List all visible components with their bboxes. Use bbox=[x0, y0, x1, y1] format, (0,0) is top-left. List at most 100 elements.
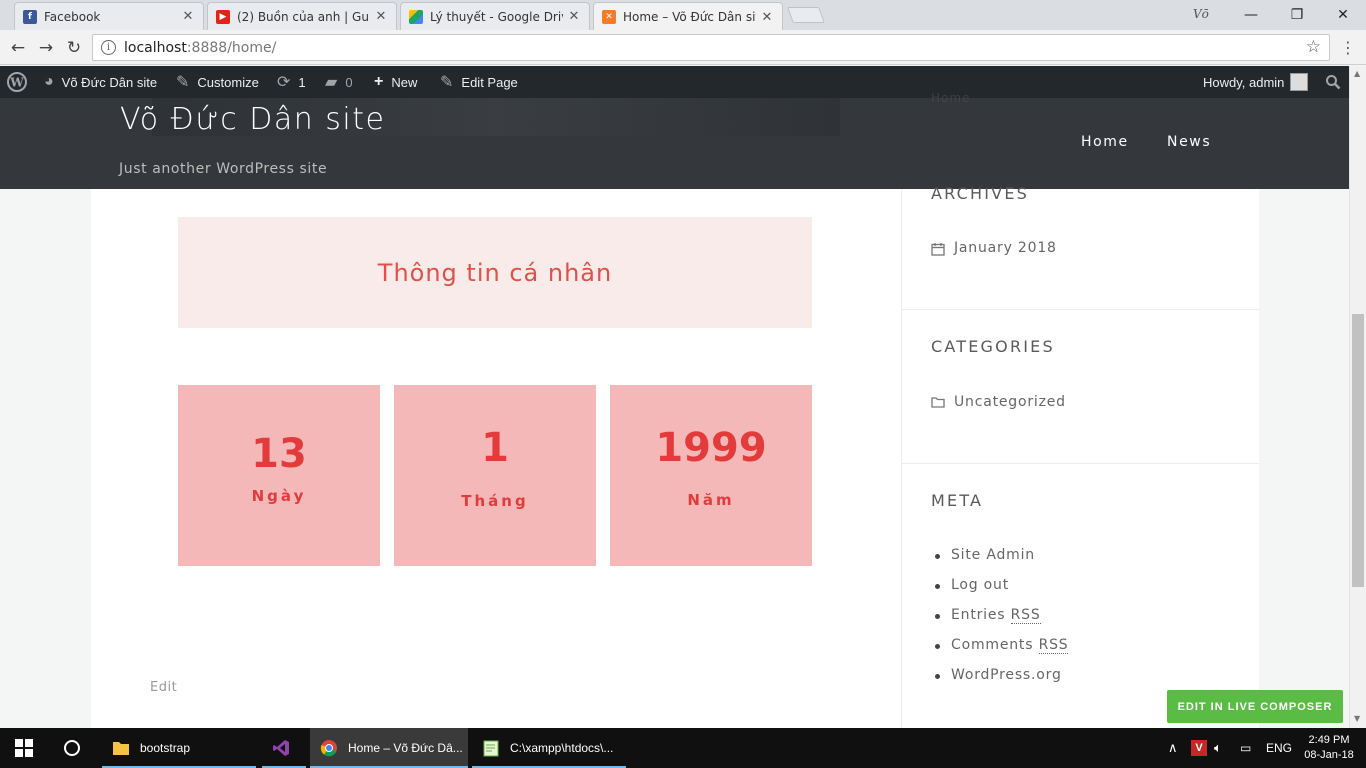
pencil-icon: ✎ bbox=[440, 74, 454, 91]
back-arrow-icon[interactable]: ← bbox=[6, 36, 30, 60]
browser-tab-strip: f Facebook ✕ ▶ (2) Buồn của anh | Guitar… bbox=[0, 0, 1366, 31]
clock-date: 08-Jan-18 bbox=[1304, 749, 1354, 761]
meta-comments-rss[interactable]: Comments RSS bbox=[934, 637, 1069, 654]
adminbar-updates[interactable]: ⟳ 1 bbox=[277, 66, 306, 98]
scrollbar-thumb[interactable] bbox=[1352, 314, 1364, 587]
tab-facebook[interactable]: f Facebook ✕ bbox=[14, 2, 204, 30]
tab-youtube[interactable]: ▶ (2) Buồn của anh | Guitar ✕ bbox=[207, 2, 397, 30]
site-name-label: Võ Đức Dân site bbox=[61, 74, 158, 90]
windows-start-icon[interactable] bbox=[6, 728, 44, 768]
meta-wordpress-org[interactable]: WordPress.org bbox=[935, 667, 1062, 683]
avatar bbox=[1290, 73, 1309, 91]
tab-title: Lý thuyết - Google Drive bbox=[430, 9, 563, 24]
nav-news[interactable]: News bbox=[1167, 134, 1211, 150]
window-close-icon[interactable]: ✕ bbox=[1320, 0, 1366, 30]
close-icon[interactable]: ✕ bbox=[374, 9, 388, 24]
chrome-menu-icon[interactable]: ⋮ bbox=[1340, 38, 1356, 57]
new-label: New bbox=[391, 74, 418, 90]
tray-chevron-up-icon[interactable]: ∧ bbox=[1168, 728, 1178, 768]
category-item[interactable]: Uncategorized bbox=[931, 394, 1066, 410]
archive-item[interactable]: January 2018 bbox=[931, 240, 1057, 256]
entries-label: Entries bbox=[951, 607, 1006, 623]
close-icon[interactable]: ✕ bbox=[181, 9, 195, 24]
chrome-icon bbox=[320, 740, 337, 757]
google-drive-icon bbox=[409, 9, 423, 24]
faded-home-text: Home bbox=[931, 91, 971, 105]
restore-icon[interactable]: ❐ bbox=[1274, 0, 1320, 30]
tab-home-active[interactable]: ✕ Home – Võ Đức Dân site ✕ bbox=[593, 2, 783, 31]
paintbrush-icon: ✎ bbox=[176, 74, 190, 91]
language-indicator[interactable]: ENG bbox=[1266, 728, 1292, 768]
dashboard-icon: ◕ bbox=[44, 73, 54, 90]
calendar-icon bbox=[931, 242, 945, 256]
taskbar-label: Home – Võ Đức Dâ... bbox=[348, 741, 463, 755]
clock[interactable]: 2:49 PM 08-Jan-18 bbox=[1300, 728, 1358, 768]
meta-log-out[interactable]: Log out bbox=[935, 577, 1009, 593]
main-content: Thông tin cá nhân 13 Ngày 1 Tháng 1999 N… bbox=[91, 189, 901, 728]
facebook-icon: f bbox=[23, 9, 37, 24]
archives-title: ARCHIVES bbox=[931, 184, 1029, 203]
wordpress-logo-icon[interactable]: W bbox=[7, 66, 27, 98]
nav-home[interactable]: Home bbox=[1081, 134, 1129, 150]
taskbar-item-bootstrap[interactable]: bootstrap bbox=[102, 728, 256, 768]
adminbar-customize[interactable]: ✎ Customize bbox=[176, 66, 259, 98]
reload-icon[interactable]: ↻ bbox=[62, 36, 86, 60]
adminbar-my-account[interactable]: Howdy, admin bbox=[1203, 66, 1309, 98]
edit-in-live-composer-button[interactable]: EDIT IN LIVE COMPOSER bbox=[1167, 690, 1343, 723]
rss-abbr: RSS bbox=[1038, 637, 1069, 654]
year-number: 1999 bbox=[655, 425, 767, 471]
notepad-plus-plus-icon bbox=[483, 740, 499, 757]
scroll-down-icon[interactable]: ▼ bbox=[1354, 714, 1360, 723]
site-title[interactable]: Võ Đức Dân site bbox=[120, 102, 385, 137]
info-title: Thông tin cá nhân bbox=[377, 258, 613, 287]
minimize-icon[interactable]: — bbox=[1228, 0, 1274, 30]
profile-badge[interactable]: Vō bbox=[1193, 7, 1209, 21]
folder-icon bbox=[931, 396, 945, 409]
forward-arrow-icon[interactable]: → bbox=[34, 36, 58, 60]
categories-title: CATEGORIES bbox=[931, 337, 1055, 356]
taskbar-item-notepad-plus-plus[interactable]: C:\xampp\htdocs\... bbox=[472, 728, 626, 768]
cortana-search-icon[interactable] bbox=[54, 728, 92, 768]
taskbar-item-visual-studio[interactable] bbox=[262, 728, 306, 768]
meta-title: META bbox=[931, 491, 984, 510]
taskbar-item-chrome[interactable]: Home – Võ Đức Dâ... bbox=[310, 728, 468, 768]
bookmark-star-icon[interactable]: ☆ bbox=[1306, 37, 1321, 57]
new-tab-button[interactable] bbox=[787, 7, 825, 23]
volume-icon[interactable]: 🔈︎ bbox=[1214, 728, 1222, 768]
widget-divider bbox=[902, 309, 1259, 310]
updates-count: 1 bbox=[298, 74, 306, 90]
adminbar-site-name[interactable]: ◕ Võ Đức Dân site bbox=[44, 66, 157, 98]
antivirus-tray-icon[interactable]: V bbox=[1191, 728, 1207, 768]
battery-icon[interactable]: ▭ bbox=[1240, 728, 1251, 768]
edit-link[interactable]: Edit bbox=[150, 680, 177, 695]
meta-entries-rss[interactable]: Entries RSS bbox=[935, 607, 1041, 624]
info-icon[interactable]: i bbox=[101, 40, 116, 55]
scroll-up-icon[interactable]: ▲ bbox=[1354, 69, 1360, 78]
windows-taskbar: bootstrap Home – Võ Đức Dâ... C:\xampp\h… bbox=[0, 728, 1366, 768]
address-bar[interactable]: i localhost:8888/home/ ☆ bbox=[92, 34, 1330, 61]
adminbar-edit-page[interactable]: ✎ Edit Page bbox=[440, 66, 518, 98]
adminbar-new[interactable]: + New bbox=[374, 66, 417, 98]
tab-google-drive[interactable]: Lý thuyết - Google Drive ✕ bbox=[400, 2, 590, 30]
day-label: Ngày bbox=[251, 487, 307, 505]
page-scrollbar[interactable]: ▲ ▼ bbox=[1349, 66, 1366, 728]
rss-abbr: RSS bbox=[1010, 607, 1041, 624]
plus-icon: + bbox=[374, 73, 384, 90]
comment-bubble-icon: ▰ bbox=[325, 74, 338, 91]
comments-count: 0 bbox=[345, 74, 353, 90]
sidebar: ARCHIVES January 2018 CATEGORIES Uncateg… bbox=[901, 184, 1259, 728]
close-icon[interactable]: ✕ bbox=[567, 9, 581, 24]
month-label: Tháng bbox=[461, 492, 529, 510]
search-icon[interactable] bbox=[1325, 66, 1341, 98]
close-icon[interactable]: ✕ bbox=[760, 10, 774, 25]
site-tagline: Just another WordPress site bbox=[119, 161, 328, 177]
howdy-label: Howdy, admin bbox=[1203, 74, 1285, 90]
taskbar-label: C:\xampp\htdocs\... bbox=[510, 741, 614, 755]
adminbar-comments[interactable]: ▰ 0 bbox=[325, 66, 353, 98]
clock-time: 2:49 PM bbox=[1308, 734, 1350, 746]
taskbar-label: bootstrap bbox=[140, 741, 191, 755]
svg-text:W: W bbox=[9, 76, 24, 90]
updates-icon: ⟳ bbox=[277, 74, 291, 91]
meta-site-admin[interactable]: Site Admin bbox=[935, 547, 1035, 563]
date-card-day: 13 Ngày bbox=[178, 385, 380, 566]
